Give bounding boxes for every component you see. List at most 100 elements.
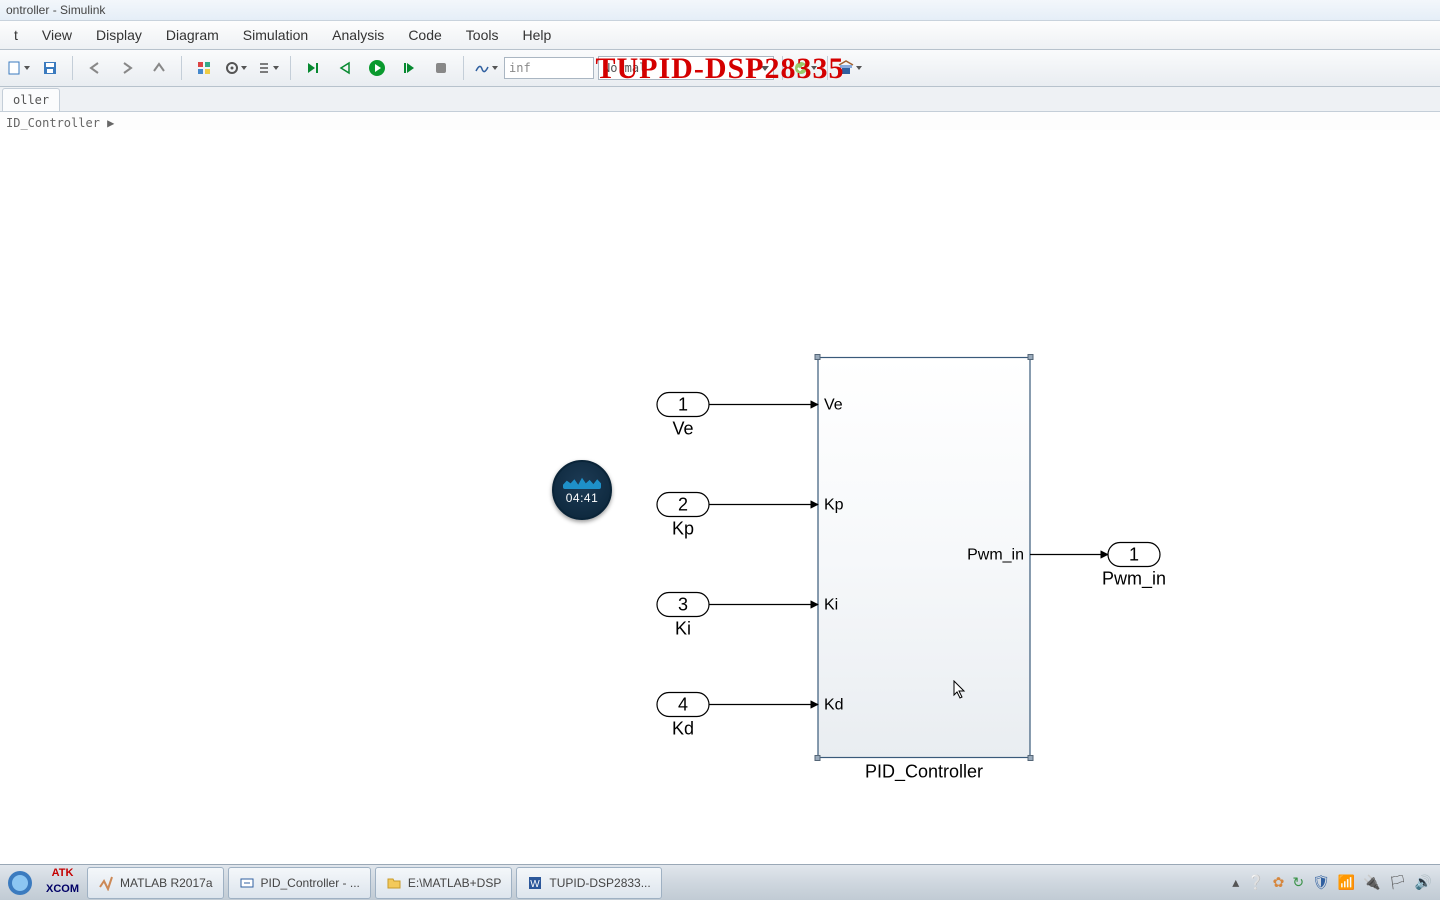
tray-signal-icon[interactable]: 📶 xyxy=(1338,874,1355,891)
input-num-ki: 3 xyxy=(678,594,688,614)
menu-item-tools[interactable]: Tools xyxy=(454,21,511,49)
signal-icon xyxy=(474,61,490,75)
simulation-mode-value: Normal xyxy=(603,61,646,75)
library-browser-button[interactable] xyxy=(190,54,218,82)
gear-icon xyxy=(225,61,239,75)
model-canvas[interactable]: 04:41 Ve Kp Ki Kd Pwm_in PID_Controll xyxy=(0,130,1440,865)
save-button[interactable] xyxy=(36,54,64,82)
tray-volume-icon[interactable]: 🔊 xyxy=(1415,874,1432,891)
log-button[interactable] xyxy=(254,54,282,82)
menu-item-diagram[interactable]: Diagram xyxy=(154,21,231,49)
tray-flower-icon[interactable]: ✿ xyxy=(1273,874,1285,891)
block-port-label-kd: Kd xyxy=(824,697,844,714)
step-forward-icon xyxy=(401,61,417,75)
step-back-button[interactable] xyxy=(299,54,327,82)
main-toolbar: Normal TUPID-DSP28335 xyxy=(0,50,1440,87)
svg-text:W: W xyxy=(531,879,541,890)
new-button[interactable] xyxy=(4,54,32,82)
tray-usb-icon[interactable]: 🔌 xyxy=(1363,874,1380,891)
tray-sync-icon[interactable]: ↻ xyxy=(1292,874,1304,891)
taskbar-matlab-label: MATLAB R2017a xyxy=(120,876,213,890)
tray-chevron-icon[interactable]: ▴ xyxy=(1232,874,1239,891)
input-label-ki: Ki xyxy=(675,619,691,639)
menu-item-simulation[interactable]: Simulation xyxy=(231,21,320,49)
stop-time-input[interactable] xyxy=(504,57,594,79)
block-port-label-ve: Ve xyxy=(824,397,843,414)
input-num-kd: 4 xyxy=(678,694,688,714)
model-config-button[interactable] xyxy=(222,54,250,82)
step-back-one-button[interactable] xyxy=(331,54,359,82)
block-name: PID_Controller xyxy=(865,762,983,783)
tab-controller[interactable]: oller xyxy=(2,88,60,111)
pid-controller-block[interactable]: Ve Kp Ki Kd Pwm_in PID_Controller xyxy=(815,355,1033,783)
build-button[interactable] xyxy=(836,54,864,82)
signal-button[interactable] xyxy=(472,54,500,82)
up-button[interactable] xyxy=(145,54,173,82)
list-icon xyxy=(257,61,271,75)
menu-item-code[interactable]: Code xyxy=(396,21,453,49)
input-label-kd: Kd xyxy=(672,719,694,739)
tray-help-icon[interactable]: ❔ xyxy=(1247,874,1264,891)
menu-item-display[interactable]: Display xyxy=(84,21,154,49)
tray-shield-icon[interactable]: 🛡 xyxy=(1312,874,1330,891)
toolbar-separator xyxy=(181,56,182,80)
forward-button[interactable] xyxy=(113,54,141,82)
taskbar: ATK XCOM MATLAB R2017a PID_Controller - … xyxy=(0,864,1440,900)
toolbar-separator xyxy=(72,56,73,80)
toolbar-separator xyxy=(827,56,828,80)
toolbar-separator xyxy=(782,56,783,80)
check-icon xyxy=(793,60,809,76)
input-label-ve: Ve xyxy=(672,419,693,439)
start-icon xyxy=(6,869,34,897)
input-port-ki[interactable]: 3 Ki xyxy=(657,593,709,639)
menu-item-help[interactable]: Help xyxy=(510,21,563,49)
taskbar-folder[interactable]: E:\MATLAB+DSP xyxy=(375,867,512,899)
taskbar-simulink-label: PID_Controller - ... xyxy=(261,876,360,890)
window-title: ontroller - Simulink xyxy=(6,3,105,17)
simulink-icon xyxy=(239,875,255,891)
menu-item-analysis[interactable]: Analysis xyxy=(320,21,396,49)
output-num-pwm: 1 xyxy=(1129,544,1139,564)
input-num-ve: 1 xyxy=(678,394,688,414)
taskbar-word[interactable]: W TUPID-DSP2833... xyxy=(516,867,661,899)
run-button[interactable] xyxy=(363,54,391,82)
menu-bar: t View Display Diagram Simulation Analys… xyxy=(0,21,1440,50)
step-back-icon xyxy=(305,61,321,75)
taskbar-matlab[interactable]: MATLAB R2017a xyxy=(87,867,224,899)
input-num-kp: 2 xyxy=(678,494,688,514)
input-label-kp: Kp xyxy=(672,519,694,539)
play-icon xyxy=(368,59,386,77)
taskbar-folder-label: E:\MATLAB+DSP xyxy=(408,876,501,890)
stop-icon xyxy=(434,61,448,75)
atk-icon-sub: XCOM xyxy=(46,884,79,894)
step-forward-button[interactable] xyxy=(395,54,423,82)
arrow-left-icon xyxy=(88,61,102,75)
stop-button[interactable] xyxy=(427,54,455,82)
back-button[interactable] xyxy=(81,54,109,82)
diagnostics-button[interactable] xyxy=(791,54,819,82)
taskbar-start[interactable] xyxy=(2,868,38,898)
tab-strip: oller xyxy=(0,87,1440,112)
input-port-kd[interactable]: 4 Kd xyxy=(657,693,709,739)
simulation-mode-select[interactable]: Normal xyxy=(598,56,774,80)
block-port-label-pwm: Pwm_in xyxy=(967,547,1024,564)
taskbar-atk[interactable]: ATK XCOM xyxy=(42,868,83,898)
build-icon xyxy=(838,60,854,76)
reverse-icon xyxy=(338,61,352,75)
menu-item-view[interactable]: View xyxy=(30,21,84,49)
taskbar-simulink[interactable]: PID_Controller - ... xyxy=(228,867,371,899)
menu-item-t[interactable]: t xyxy=(2,21,30,49)
block-port-label-ki: Ki xyxy=(824,597,838,614)
title-bar: ontroller - Simulink xyxy=(0,0,1440,21)
arrow-up-icon xyxy=(152,61,166,75)
library-icon xyxy=(196,60,212,76)
folder-icon xyxy=(386,875,402,891)
taskbar-word-label: TUPID-DSP2833... xyxy=(549,876,650,890)
output-port-pwm[interactable]: 1 Pwm_in xyxy=(1102,543,1166,590)
tray-flag-icon[interactable]: 🏳 xyxy=(1389,874,1407,891)
word-icon: W xyxy=(527,875,543,891)
input-port-ve[interactable]: 1 Ve xyxy=(657,393,709,439)
new-icon xyxy=(6,60,22,76)
input-port-kp[interactable]: 2 Kp xyxy=(657,493,709,539)
block-port-label-kp: Kp xyxy=(824,497,844,514)
